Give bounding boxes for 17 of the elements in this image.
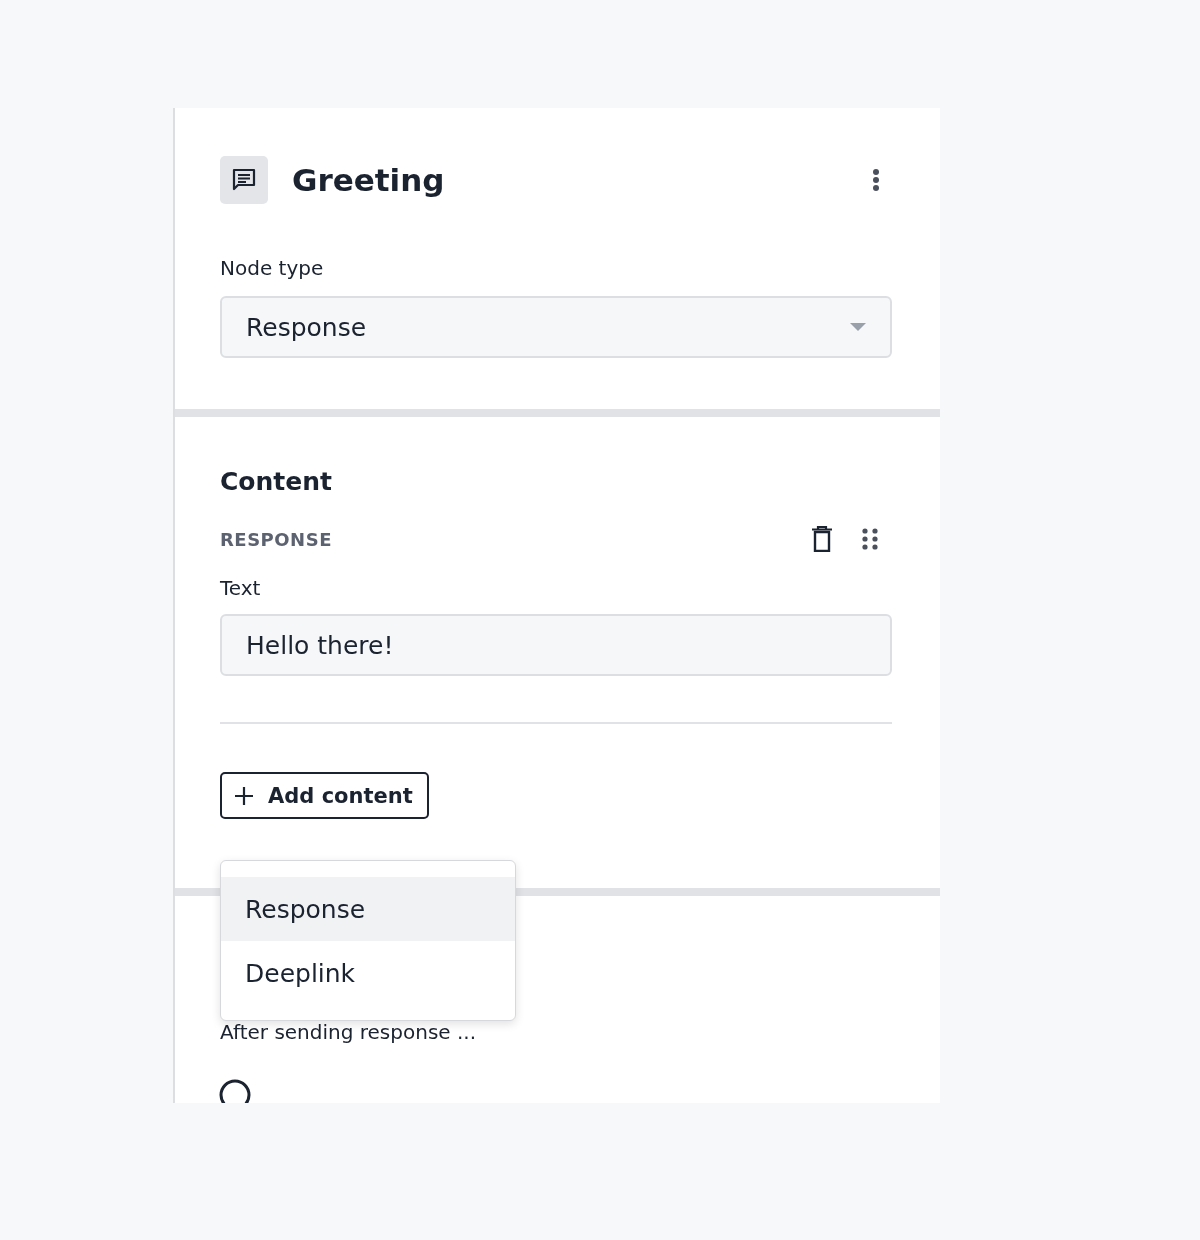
field-label: After sending response ... [220,1020,478,1044]
node-title: Greeting [292,162,446,198]
trash-icon[interactable] [812,526,832,552]
section-heading: Content [220,467,333,496]
block-label: RESPONSE [220,528,333,550]
plus-icon [234,785,254,806]
node-type-select[interactable]: Response [220,296,892,358]
caret-icon [850,322,866,332]
radio-icon[interactable] [218,1078,252,1103]
add-content-button[interactable]: Add content [220,772,429,819]
menu-item[interactable]: Response [221,877,515,941]
more-icon[interactable] [872,168,880,192]
drag-handle-icon[interactable] [862,528,878,550]
text-input[interactable]: Hello there! [220,614,892,676]
menu-item[interactable]: Deeplink [221,941,515,1005]
field-label: Node type [220,256,325,280]
field-label: Text [220,576,262,600]
